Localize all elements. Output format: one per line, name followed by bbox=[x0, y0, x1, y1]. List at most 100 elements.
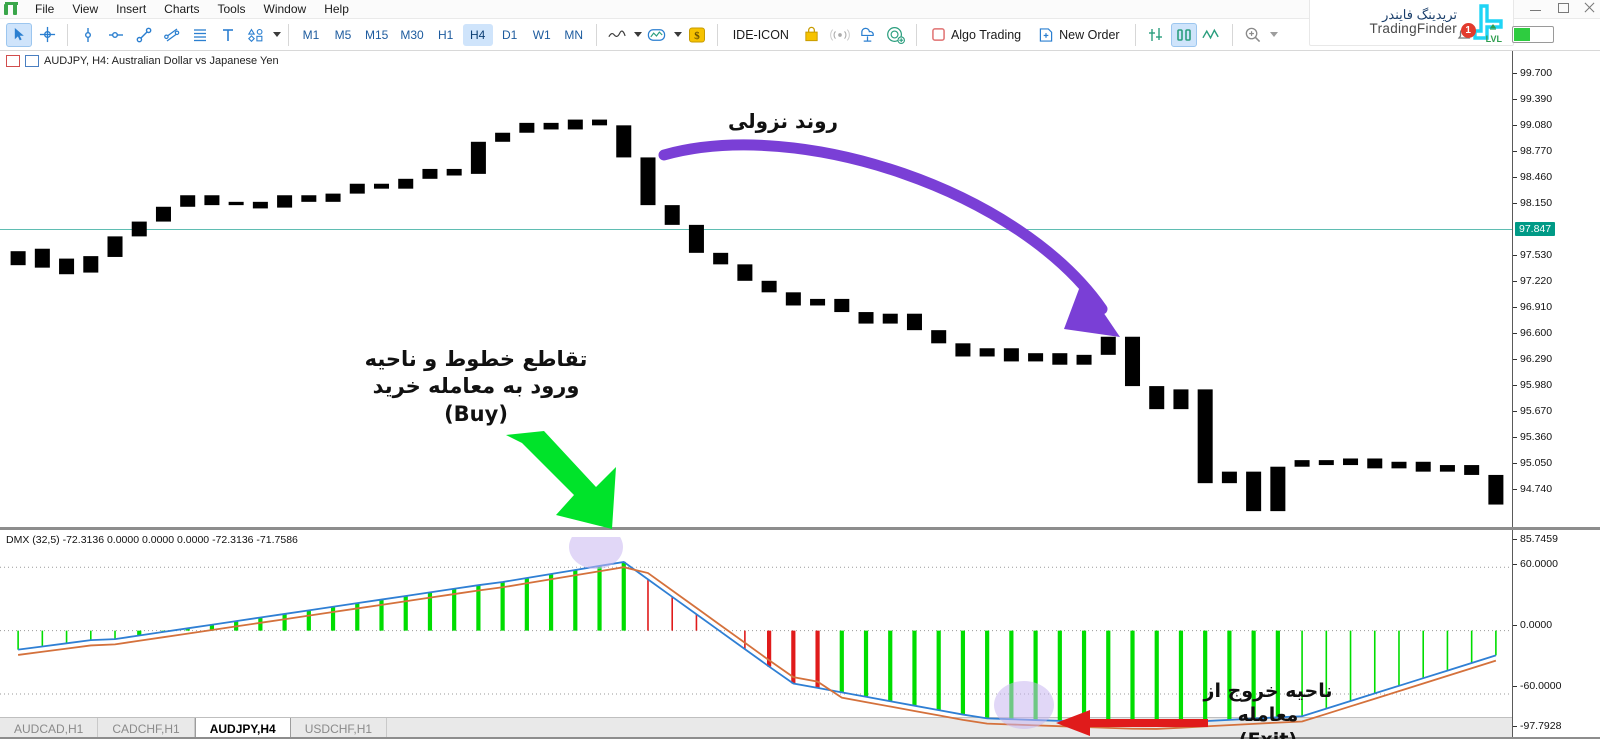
shapes-dropdown-icon[interactable] bbox=[273, 32, 281, 37]
timeframe-m30[interactable]: M30 bbox=[395, 24, 428, 46]
price-tick-label: 96.910 bbox=[1520, 301, 1553, 313]
timeframe-d1[interactable]: D1 bbox=[495, 24, 525, 46]
annotation-buy-line1: تقاطع خطوط و ناحیه bbox=[364, 347, 588, 371]
level-label: LVL bbox=[1485, 34, 1502, 44]
annotation-buy-zone: تقاطع خطوط و ناحیه ورود به معامله خرید (… bbox=[360, 346, 592, 428]
brand-name-en: TradingFinder bbox=[1369, 20, 1457, 36]
indicator-tick-label: -60.0000 bbox=[1520, 680, 1562, 692]
annotation-exit-line2: معامله bbox=[1237, 704, 1299, 727]
toolbar-separator-6 bbox=[1134, 23, 1136, 46]
maximize-button[interactable] bbox=[1556, 1, 1569, 14]
notification-count-badge: 1 bbox=[1460, 23, 1476, 38]
trendline-icon[interactable] bbox=[131, 23, 157, 47]
level-indicator-icon[interactable]: LVL bbox=[1486, 24, 1502, 44]
price-tick-label: 95.980 bbox=[1520, 379, 1553, 391]
price-tick-label: 96.600 bbox=[1520, 327, 1553, 339]
mt5-window: File View Insert Charts Tools Window Hel… bbox=[0, 0, 1600, 739]
indicator-label: DMX (32,5) -72.3136 0.0000 0.0000 0.0000… bbox=[6, 534, 298, 546]
copy-trading-icon[interactable] bbox=[883, 23, 909, 47]
annotation-exit-line3: (Exit) bbox=[1192, 728, 1344, 739]
chart-area[interactable]: AUDJPY, H4: Australian Dollar vs Japanes… bbox=[0, 51, 1600, 739]
menu-item-view[interactable]: View bbox=[63, 1, 107, 17]
algo-trading-button[interactable]: Algo Trading bbox=[924, 23, 1029, 47]
signals-icon[interactable] bbox=[827, 23, 853, 47]
channel-icon[interactable] bbox=[159, 23, 185, 47]
indicator-tick-label: -97.7928 bbox=[1520, 720, 1562, 732]
crosshair-icon[interactable] bbox=[34, 23, 60, 47]
new-order-label: New Order bbox=[1059, 27, 1120, 42]
price-tick-label: 94.740 bbox=[1520, 483, 1553, 495]
price-tick-label: 95.050 bbox=[1520, 457, 1553, 469]
current-price-badge: 97.847 bbox=[1515, 222, 1556, 236]
indicator-tick-label: 0.0000 bbox=[1520, 619, 1553, 631]
timeframe-m15[interactable]: M15 bbox=[360, 24, 393, 46]
pane-separator[interactable] bbox=[0, 527, 1600, 530]
annotation-buy-line3: (Buy) bbox=[444, 401, 508, 426]
horizontal-line-icon[interactable] bbox=[103, 23, 129, 47]
close-button[interactable] bbox=[1583, 1, 1596, 14]
vertical-line-icon[interactable] bbox=[75, 23, 101, 47]
price-tick-label: 95.360 bbox=[1520, 431, 1553, 443]
timeframe-m5[interactable]: M5 bbox=[328, 24, 358, 46]
window-controls bbox=[1529, 1, 1596, 14]
new-order-button[interactable]: New Order bbox=[1031, 23, 1127, 47]
menu-item-file[interactable]: File bbox=[26, 1, 63, 17]
menu-item-tools[interactable]: Tools bbox=[209, 1, 255, 17]
chart-data-window-icon bbox=[6, 55, 20, 67]
indicators-icon[interactable] bbox=[644, 23, 670, 47]
timeframe-m1[interactable]: M1 bbox=[296, 24, 326, 46]
annotation-buy-line2: ورود به معامله خرید bbox=[372, 374, 580, 399]
timeframe-h1[interactable]: H1 bbox=[431, 24, 461, 46]
chart-shift-icon[interactable] bbox=[1170, 22, 1197, 47]
price-tick-label: 98.150 bbox=[1520, 197, 1553, 209]
dollar-icon[interactable]: $ bbox=[684, 23, 710, 47]
autoscroll-icon[interactable] bbox=[1143, 23, 1169, 47]
price-tick-label: 99.390 bbox=[1520, 93, 1553, 105]
price-tick-label: 98.770 bbox=[1520, 145, 1553, 157]
timeframe-mn[interactable]: MN bbox=[559, 24, 589, 46]
menu-item-help[interactable]: Help bbox=[315, 1, 358, 17]
toolbar-separator-3 bbox=[595, 23, 597, 46]
buy-arrow bbox=[506, 431, 616, 529]
annotation-downtrend: روند نزولی bbox=[727, 109, 839, 133]
minimize-button[interactable] bbox=[1529, 1, 1542, 14]
timeframe-w1[interactable]: W1 bbox=[527, 24, 557, 46]
annotation-exit-line1: ناحیه خروج از bbox=[1203, 680, 1333, 702]
zigzag-icon[interactable] bbox=[1199, 23, 1225, 47]
chart-symbol-label: AUDJPY, H4: Australian Dollar vs Japanes… bbox=[6, 55, 279, 67]
market-icon[interactable] bbox=[799, 23, 825, 47]
timeframe-h4[interactable]: H4 bbox=[462, 23, 493, 46]
shapes-icon[interactable] bbox=[243, 23, 269, 47]
cursor-icon[interactable] bbox=[6, 22, 32, 47]
ide-label: ide-icon bbox=[732, 27, 789, 42]
notification-bell-icon[interactable]: 1 bbox=[1452, 22, 1476, 46]
zoom-dropdown-icon[interactable] bbox=[1269, 32, 1278, 37]
price-tick-label: 97.220 bbox=[1520, 275, 1553, 287]
exit-arrow bbox=[1056, 710, 1208, 736]
zoom-out-icon[interactable] bbox=[1240, 23, 1266, 47]
price-tick-label: 95.670 bbox=[1520, 405, 1553, 417]
vps-icon[interactable] bbox=[855, 23, 881, 47]
indicators-dropdown-icon[interactable] bbox=[673, 32, 682, 37]
line-chart-icon[interactable] bbox=[604, 23, 630, 47]
menu-item-charts[interactable]: Charts bbox=[155, 1, 208, 17]
toolbar-separator-4 bbox=[716, 23, 718, 46]
ide-button[interactable]: ide-icon bbox=[725, 23, 797, 47]
price-tick-label: 99.080 bbox=[1520, 119, 1553, 131]
indicator-axis[interactable]: 85.7459 60.0000 0.0000 -60.0000 -97.7928 bbox=[1512, 530, 1600, 737]
main-toolbar: M1 M5 M15 M30 H1 H4 D1 W1 MN $ ide-icon bbox=[0, 0, 1600, 51]
brand-name-fa: تریدینگ فایندر bbox=[1382, 6, 1457, 22]
chart-type-dropdown-icon[interactable] bbox=[633, 32, 642, 37]
text-icon[interactable] bbox=[215, 23, 241, 47]
symbol-text: AUDJPY, H4: Australian Dollar vs Japanes… bbox=[44, 55, 279, 67]
annotation-exit-zone: ناحیه خروج از معامله (Exit) bbox=[1192, 679, 1344, 739]
menu-item-window[interactable]: Window bbox=[255, 1, 316, 17]
indicator-tick-label: 85.7459 bbox=[1520, 533, 1558, 545]
chart-properties-icon bbox=[25, 55, 39, 67]
price-tick-label: 99.700 bbox=[1520, 67, 1553, 79]
price-tick-label: 96.290 bbox=[1520, 353, 1553, 365]
menu-item-insert[interactable]: Insert bbox=[107, 1, 155, 17]
toolbar-separator bbox=[67, 23, 68, 46]
fibonacci-icon[interactable] bbox=[187, 23, 213, 47]
downtrend-arrow bbox=[658, 139, 1120, 337]
